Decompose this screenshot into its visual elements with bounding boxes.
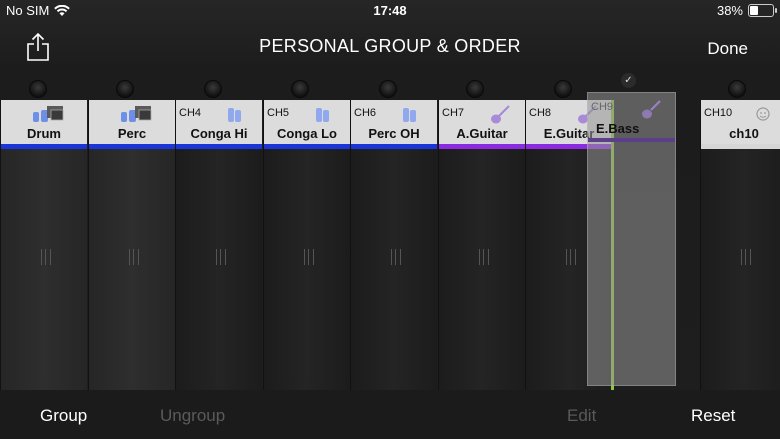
channel-fader-area[interactable]	[701, 149, 780, 390]
channel-fader-area[interactable]	[351, 149, 437, 390]
app-screen: No SIM 17:48 38% PERSONAL GROUP & ORDER …	[0, 0, 780, 439]
drum-group-icon	[33, 106, 64, 122]
channel-strip[interactable]: CH10 ch10	[700, 100, 780, 390]
channel-strip[interactable]: CH6 Perc OH	[350, 100, 437, 390]
channel-name: A.Guitar	[456, 126, 508, 141]
channel-header[interactable]: CH4 Conga Hi	[176, 100, 262, 144]
channel-name: E.Bass	[596, 121, 640, 136]
channel-number: CH8	[529, 107, 552, 119]
channel-name: Drum	[27, 126, 61, 141]
channel-header[interactable]: Drum	[1, 100, 87, 144]
page-title: PERSONAL GROUP & ORDER	[259, 36, 521, 56]
channel-name: Conga Lo	[277, 126, 337, 141]
drag-handle-icon[interactable]	[216, 249, 226, 265]
reset-button[interactable]: Reset	[691, 406, 735, 426]
channel-knob[interactable]	[466, 80, 484, 98]
channel-knob[interactable]	[204, 80, 222, 98]
channel-fader-area[interactable]	[89, 149, 175, 390]
drag-handle-icon[interactable]	[566, 249, 576, 265]
channel-number: CH6	[354, 107, 377, 119]
smiley-icon	[756, 107, 770, 121]
conga-icon	[316, 108, 329, 122]
perc-group-icon	[121, 106, 152, 122]
guitar-icon	[491, 105, 510, 124]
channel-knob[interactable]	[379, 80, 397, 98]
channel-number: CH4	[179, 107, 202, 119]
channel-knob[interactable]	[554, 80, 572, 98]
channel-number: CH7	[442, 107, 465, 119]
dragged-channel-strip[interactable]: CH9 E.Bass	[587, 92, 676, 386]
channel-strip[interactable]: CH7 A.Guitar	[438, 100, 525, 390]
ungroup-button[interactable]: Ungroup	[160, 406, 225, 426]
conga-icon	[403, 108, 416, 122]
channel-fader-area[interactable]	[264, 149, 350, 390]
edit-button[interactable]: Edit	[567, 406, 596, 426]
channel-fader-area[interactable]	[439, 149, 525, 390]
group-button[interactable]: Group	[40, 406, 87, 426]
channel-knob[interactable]	[116, 80, 134, 98]
channel-strip[interactable]: CH4 Conga Hi	[175, 100, 262, 390]
channel-knob[interactable]	[291, 80, 309, 98]
channel-number: CH9	[591, 101, 614, 113]
channel-number: CH10	[704, 107, 733, 119]
drag-handle-icon[interactable]	[129, 249, 139, 265]
channel-color-bar	[588, 138, 675, 142]
battery-icon	[748, 4, 777, 17]
drag-handle-icon[interactable]	[41, 249, 51, 265]
channel-knob[interactable]	[728, 80, 746, 98]
drag-handle-icon[interactable]	[304, 249, 314, 265]
status-bar: No SIM 17:48 38%	[0, 0, 780, 22]
channel-name: Perc	[117, 126, 147, 141]
guitar-icon	[642, 100, 661, 119]
channel-header[interactable]: Perc	[89, 100, 175, 144]
channel-fader-area[interactable]	[1, 149, 87, 390]
drag-handle-icon[interactable]	[741, 249, 751, 265]
bottom-toolbar: Group Ungroup Edit Reset	[0, 390, 780, 439]
drag-handle-icon[interactable]	[479, 249, 489, 265]
channel-number: CH5	[267, 107, 290, 119]
channel-strip[interactable]: Perc	[88, 100, 175, 390]
channel-name: ch10	[729, 126, 759, 141]
drag-handle-icon[interactable]	[391, 249, 401, 265]
conga-icon	[228, 108, 241, 122]
done-button[interactable]: Done	[707, 39, 748, 59]
channel-name: Conga Hi	[190, 126, 248, 141]
channel-header[interactable]: CH5 Conga Lo	[264, 100, 350, 144]
checkmark-icon: ✓	[621, 73, 636, 88]
nav-bar: PERSONAL GROUP & ORDER Done	[0, 22, 780, 72]
channel-strip[interactable]: CH5 Conga Lo	[263, 100, 350, 390]
channel-strip[interactable]: Drum	[0, 100, 87, 390]
status-time: 17:48	[373, 3, 407, 18]
channel-knob[interactable]	[29, 80, 47, 98]
channel-fader-area[interactable]	[176, 149, 262, 390]
battery-percent: 38%	[716, 3, 743, 18]
channel-header[interactable]: CH6 Perc OH	[351, 100, 437, 144]
channel-name: Perc OH	[368, 126, 420, 141]
channel-header[interactable]: CH10 ch10	[701, 100, 780, 144]
channel-header[interactable]: CH7 A.Guitar	[439, 100, 525, 144]
